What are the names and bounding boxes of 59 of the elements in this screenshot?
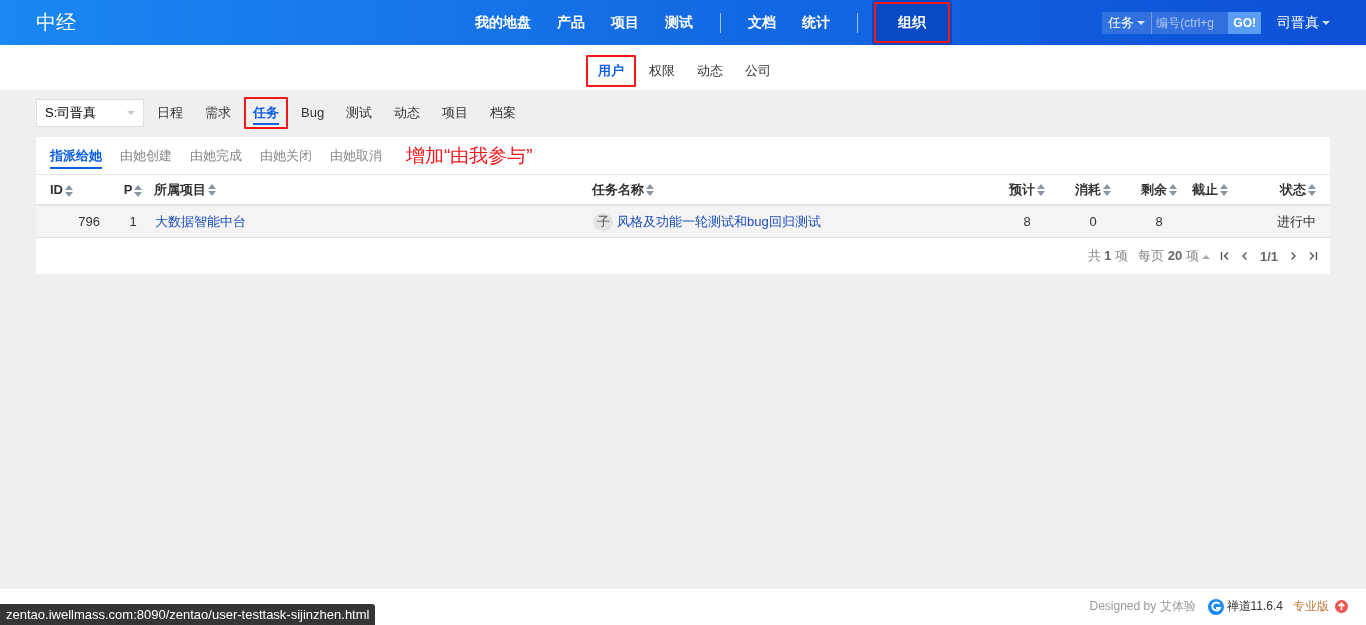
nav-item[interactable]: 测试 (652, 0, 706, 45)
annotation-text: 增加“由我参与” (406, 143, 533, 168)
table-cell: 进行中 (1252, 205, 1330, 238)
edition-link[interactable]: 专业版 (1293, 598, 1329, 615)
sort-icon (1103, 184, 1111, 197)
status-url-tooltip: zentao.iwellmass.com:8090/zentao/user-testtask-sijinzhen.html (0, 604, 376, 625)
user-tab[interactable]: Bug (290, 95, 336, 131)
brand-logo[interactable]: 中经 (36, 9, 456, 36)
next-page-icon[interactable] (1288, 251, 1298, 261)
user-tab[interactable]: 项目 (431, 95, 480, 131)
sort-icon (1037, 184, 1045, 197)
last-page-icon[interactable] (1308, 251, 1318, 261)
task-tab[interactable]: 由她完成 (190, 142, 242, 169)
user-tab[interactable]: 需求 (194, 95, 242, 131)
task-tab[interactable]: 由她取消 (330, 142, 382, 169)
sub-nav-item[interactable]: 用户 (584, 52, 638, 89)
sort-icon (646, 184, 654, 197)
sort-icon (1169, 184, 1177, 197)
user-tab[interactable]: 日程 (146, 95, 194, 131)
sort-icon (208, 184, 216, 197)
task-tab[interactable]: 由她关闭 (260, 142, 312, 169)
nav-item[interactable]: 产品 (544, 0, 598, 45)
sub-nav-item[interactable]: 权限 (638, 52, 686, 89)
sub-nav-item[interactable]: 公司 (734, 52, 782, 89)
designer-credit: Designed by 艾体验 (1089, 598, 1196, 615)
table-cell: 0 (1060, 205, 1126, 238)
task-tab[interactable]: 指派给她 (50, 142, 102, 169)
task-tab[interactable]: 由她创建 (120, 142, 172, 169)
user-menu[interactable]: 司晋真 (1277, 13, 1330, 32)
version-link[interactable]: 禅道11.6.4 (1207, 598, 1283, 615)
user-tab[interactable]: 任务 (242, 95, 290, 131)
upgrade-icon[interactable] (1335, 600, 1348, 613)
user-tab[interactable]: 测试 (335, 95, 384, 131)
total-count: 共 1 项 (1087, 247, 1129, 265)
nav-item[interactable]: 项目 (598, 0, 652, 45)
sub-nav-item[interactable]: 动态 (686, 52, 734, 89)
first-page-icon[interactable] (1219, 251, 1230, 261)
table-cell: 1 (112, 205, 154, 238)
nav-item[interactable]: 组织 (872, 0, 952, 45)
sort-icon (1220, 184, 1228, 197)
page-indicator: 1/1 (1259, 248, 1278, 264)
task-link[interactable]: 风格及功能一轮测试和bug回归测试 (617, 213, 821, 229)
nav-item[interactable]: 文档 (735, 0, 789, 45)
table-cell: 8 (994, 205, 1060, 238)
sort-icon (65, 184, 73, 197)
table-cell: 796 (36, 205, 112, 238)
user-select[interactable]: S:司晋真 (36, 99, 144, 127)
nav-item[interactable]: 统计 (789, 0, 843, 45)
search-type-dropdown[interactable]: 任务 (1102, 11, 1153, 34)
table-cell: 8 (1126, 205, 1192, 238)
swirl-logo-icon (1207, 598, 1224, 615)
project-link[interactable]: 大数据智能中台 (155, 213, 246, 229)
nav-item[interactable]: 我的地盘 (462, 0, 544, 45)
user-tab[interactable]: 动态 (383, 95, 432, 131)
sort-icon (1308, 184, 1316, 197)
subtask-badge: 子 (593, 212, 613, 231)
sort-icon (134, 184, 143, 197)
page-size-dropdown[interactable]: 每页 20 项 (1138, 247, 1210, 265)
user-tab[interactable]: 档案 (479, 95, 528, 131)
